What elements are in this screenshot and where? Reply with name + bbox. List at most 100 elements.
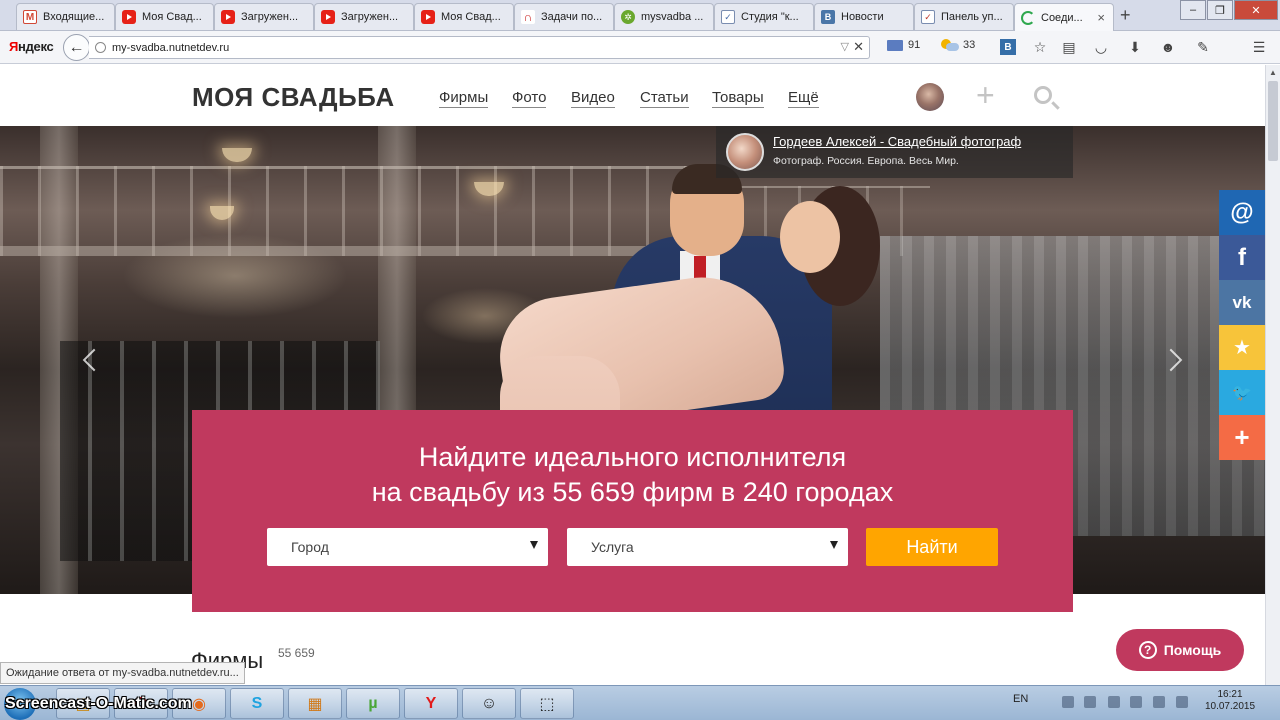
menu-item-photo[interactable]: Фото xyxy=(512,89,547,108)
tab-uploaded-2[interactable]: Загружен... xyxy=(314,3,414,30)
share-mail-ru-button[interactable]: @ xyxy=(1219,190,1265,235)
bookmark-star-icon[interactable]: ☆ xyxy=(1032,39,1048,55)
menu-item-video[interactable]: Видео xyxy=(571,89,615,108)
menu-item-firms[interactable]: Фирмы xyxy=(439,89,489,108)
scroll-thumb[interactable] xyxy=(1268,81,1278,161)
share-more-button[interactable]: + xyxy=(1219,415,1265,460)
paint-icon[interactable]: ▦ xyxy=(288,688,342,719)
tab-label: Загружен... xyxy=(241,11,299,23)
search-icon[interactable] xyxy=(1034,86,1052,104)
reading-list-icon[interactable]: ▤ xyxy=(1061,39,1077,55)
photographer-avatar[interactable] xyxy=(726,133,764,171)
minimize-button[interactable]: – xyxy=(1180,0,1206,20)
weather-widget[interactable]: 33 xyxy=(941,39,975,51)
menu-icon[interactable]: ☰ xyxy=(1251,39,1267,55)
tasks-icon: ∩ xyxy=(521,10,535,24)
city-select[interactable]: Город xyxy=(267,528,548,566)
page-scrollbar[interactable]: ▲ xyxy=(1265,65,1280,685)
tab-news[interactable]: B Новости xyxy=(814,3,914,30)
tab-mysvadba[interactable]: ✲ mysvadba ... xyxy=(614,3,714,30)
tab-control-panel[interactable]: ✓ Панель уп... xyxy=(914,3,1014,30)
language-indicator[interactable]: EN xyxy=(1013,693,1028,705)
tab-studio[interactable]: ✓ Студия "к... xyxy=(714,3,814,30)
twitter-icon: 🐦 xyxy=(1232,384,1252,402)
menu-item-more[interactable]: Ещё xyxy=(788,89,819,108)
help-button[interactable]: ? Помощь xyxy=(1116,629,1244,671)
close-window-button[interactable]: ✕ xyxy=(1234,0,1278,20)
utorrent-icon[interactable]: µ xyxy=(346,688,400,719)
plus-icon[interactable]: + xyxy=(976,79,995,111)
tray-volume-icon[interactable] xyxy=(1176,696,1188,708)
site-header: МОЯ СВАДЬБА Фирмы Фото Видео Статьи Това… xyxy=(0,65,1265,126)
tab-label: Новости xyxy=(841,11,884,23)
mail-widget[interactable]: 91 xyxy=(887,39,920,51)
share-facebook-button[interactable]: f xyxy=(1219,235,1265,280)
youtube-icon xyxy=(421,10,435,24)
download-icon[interactable]: ⬇ xyxy=(1127,39,1143,55)
vk-icon: B xyxy=(821,10,835,24)
tab-inbox[interactable]: M Входящие... xyxy=(16,3,115,30)
add-favorites-button[interactable]: ★ xyxy=(1219,325,1265,370)
share-twitter-button[interactable]: 🐦 xyxy=(1219,370,1265,415)
search-panel: Найдите идеального исполнителя на свадьб… xyxy=(192,410,1073,612)
search-title-line-2: на свадьбу из 55 659 фирм в 240 городах xyxy=(371,477,894,507)
url-host: my-svadba.nutnetdev.ru xyxy=(112,41,230,54)
loading-icon xyxy=(1021,10,1035,25)
star-icon: ★ xyxy=(1233,337,1251,359)
new-tab-icon[interactable]: + xyxy=(1120,5,1131,26)
bride-head xyxy=(780,201,840,273)
tab-moya-svadba-2[interactable]: Моя Свад... xyxy=(414,3,514,30)
pocket-icon[interactable]: ◡ xyxy=(1093,39,1109,55)
tab-label: Моя Свад... xyxy=(142,11,202,23)
tab-label: Моя Свад... xyxy=(441,11,501,23)
tab-tasks[interactable]: ∩ Задачи по... xyxy=(514,3,614,30)
clock[interactable]: 16:21 10.07.2015 xyxy=(1204,689,1256,713)
search-title-line-1: Найдите идеального исполнителя xyxy=(418,442,847,472)
extension-icon[interactable]: B xyxy=(1000,39,1016,55)
menu-item-goods[interactable]: Товары xyxy=(712,89,764,108)
tab-uploaded-1[interactable]: Загружен... xyxy=(214,3,314,30)
close-tab-icon[interactable]: × xyxy=(1097,10,1105,25)
site-logo[interactable]: МОЯ СВАДЬБА xyxy=(192,82,395,113)
yandex-browser-icon[interactable]: Y xyxy=(404,688,458,719)
yandex-logo[interactable]: Яндекс xyxy=(9,39,54,54)
smiley-icon[interactable]: ☺ xyxy=(462,688,516,719)
scroll-up-icon[interactable]: ▲ xyxy=(1269,68,1277,77)
tools-icon[interactable]: ✎ xyxy=(1195,39,1211,55)
chevron-down-icon[interactable]: ▽ xyxy=(841,40,849,53)
skype-icon[interactable]: S xyxy=(230,688,284,719)
status-tooltip: Ожидание ответа от my-svadba.nutnetdev.r… xyxy=(0,662,245,684)
back-button[interactable]: ← xyxy=(63,34,90,61)
find-button[interactable]: Найти xyxy=(866,528,998,566)
vk-icon: vk xyxy=(1232,292,1252,312)
tab-label: Задачи по... xyxy=(541,11,603,23)
city-select-label: Город xyxy=(291,539,329,555)
browser-tab-strip: M Входящие... Моя Свад... Загружен... За… xyxy=(0,0,1280,31)
caret-down-icon xyxy=(530,541,538,549)
avatar[interactable] xyxy=(916,83,944,111)
tray-signal-icon[interactable] xyxy=(1084,696,1096,708)
service-select-label: Услуга xyxy=(591,539,634,555)
weather-temp: 33 xyxy=(963,39,976,51)
tray-flag-icon[interactable] xyxy=(1062,696,1074,708)
chat-icon[interactable]: ☻ xyxy=(1160,39,1176,55)
restore-button[interactable]: ❐ xyxy=(1207,0,1233,20)
share-vk-button[interactable]: vk xyxy=(1219,280,1265,325)
tab-label: Студия "к... xyxy=(741,11,799,23)
mail-count: 91 xyxy=(908,39,921,51)
menu-item-articles[interactable]: Статьи xyxy=(640,89,689,108)
tab-label: Загружен... xyxy=(341,11,399,23)
stop-loading-icon[interactable]: ✕ xyxy=(853,39,864,55)
photographer-link[interactable]: Гордеев Алексей - Свадебный фотограф xyxy=(773,134,1021,149)
chandelier xyxy=(222,148,252,162)
service-select[interactable]: Услуга xyxy=(567,528,848,566)
tray-app-icon[interactable] xyxy=(1108,696,1120,708)
tray-network-icon[interactable] xyxy=(1130,696,1142,708)
tab-connecting[interactable]: Соеди... × xyxy=(1014,3,1114,31)
address-bar[interactable]: my-svadba.nutnetdev.ru ▽ ✕ xyxy=(89,36,870,59)
tab-moya-svadba-1[interactable]: Моя Свад... xyxy=(115,3,214,30)
facebook-icon: f xyxy=(1238,243,1246,271)
plus-icon: + xyxy=(1234,422,1250,452)
tray-cloud-icon[interactable] xyxy=(1153,696,1165,708)
screen-capture-icon[interactable]: ⬚ xyxy=(520,688,574,719)
